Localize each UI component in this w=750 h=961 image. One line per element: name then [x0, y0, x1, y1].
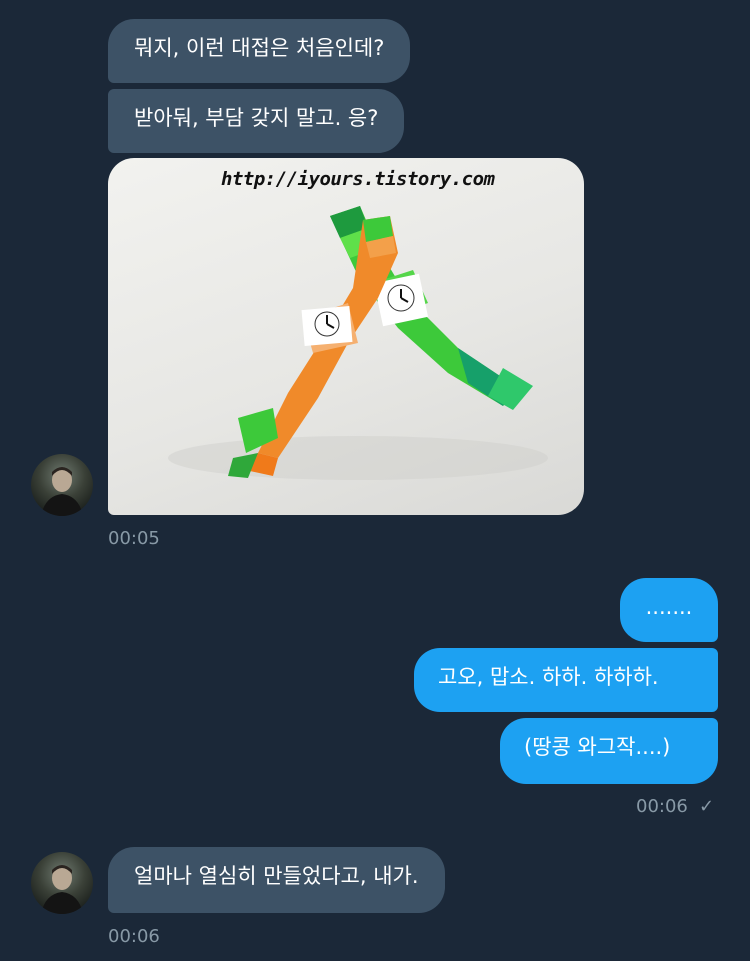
avatar-portrait [41, 865, 83, 914]
message-bubble-incoming[interactable]: 얼마나 열심히 만들었다고, 내가. [108, 847, 445, 913]
message-text: ....... [645, 595, 693, 619]
origami-watch-image [168, 206, 548, 480]
message-bubble-incoming[interactable]: 뭐지, 이런 대접은 처음인데? [108, 19, 411, 83]
message-bubble-outgoing[interactable]: (땅콩 와그작....) [500, 718, 718, 784]
message-timestamp: 00:05 [108, 528, 160, 549]
message-bubble-outgoing[interactable]: ....... [620, 578, 718, 642]
message-text: 고오, 맙소. 하하. 하하하. [438, 665, 659, 689]
user-avatar[interactable] [31, 454, 93, 516]
message-bubble-incoming[interactable]: 받아둬, 부담 갖지 말고. 응? [108, 89, 405, 153]
message-text: 받아둬, 부담 갖지 말고. 응? [134, 106, 379, 130]
message-text: 얼마나 열심히 만들었다고, 내가. [134, 864, 419, 888]
message-text: (땅콩 와그작....) [524, 735, 671, 759]
user-avatar[interactable] [31, 852, 93, 914]
message-bubble-outgoing[interactable]: 고오, 맙소. 하하. 하하하. [414, 648, 718, 712]
message-image[interactable]: http://iyours.tistory.com [108, 158, 584, 515]
message-timestamp: 00:06 [636, 796, 688, 817]
message-text: 뭐지, 이런 대접은 처음인데? [134, 36, 385, 60]
checkmark-icon: ✓ [699, 796, 715, 817]
avatar-portrait [41, 467, 83, 516]
message-timestamp: 00:06 [108, 926, 160, 947]
